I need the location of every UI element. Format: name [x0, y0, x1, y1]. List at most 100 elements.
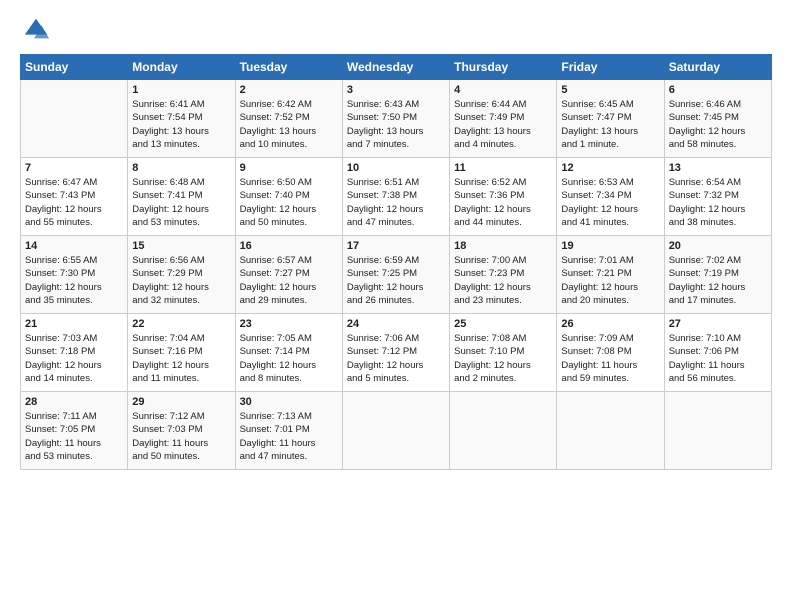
- header-row: SundayMondayTuesdayWednesdayThursdayFrid…: [21, 55, 772, 80]
- day-number: 6: [669, 84, 767, 96]
- daylight-info: and 53 minutes.: [132, 216, 230, 229]
- calendar-cell: [21, 80, 128, 158]
- daylight-info: and 2 minutes.: [454, 372, 552, 385]
- day-number: 1: [132, 84, 230, 96]
- daylight-info: Daylight: 12 hours: [240, 359, 338, 372]
- calendar-cell: 21Sunrise: 7:03 AMSunset: 7:18 PMDayligh…: [21, 314, 128, 392]
- daylight-info: Sunrise: 7:12 AM: [132, 410, 230, 423]
- calendar-cell: [557, 392, 664, 470]
- day-number: 30: [240, 396, 338, 408]
- daylight-info: Sunrise: 6:51 AM: [347, 176, 445, 189]
- daylight-info: and 23 minutes.: [454, 294, 552, 307]
- daylight-info: Sunrise: 7:11 AM: [25, 410, 123, 423]
- day-number: 16: [240, 240, 338, 252]
- weekday-header-monday: Monday: [128, 55, 235, 80]
- daylight-info: Sunrise: 7:08 AM: [454, 332, 552, 345]
- daylight-info: Daylight: 12 hours: [240, 203, 338, 216]
- daylight-info: Sunrise: 6:41 AM: [132, 98, 230, 111]
- daylight-info: Sunrise: 6:45 AM: [561, 98, 659, 111]
- day-number: 15: [132, 240, 230, 252]
- day-number: 27: [669, 318, 767, 330]
- logo: [20, 16, 50, 44]
- day-number: 2: [240, 84, 338, 96]
- daylight-info: Sunset: 7:19 PM: [669, 267, 767, 280]
- daylight-info: Sunset: 7:43 PM: [25, 189, 123, 202]
- daylight-info: and 44 minutes.: [454, 216, 552, 229]
- daylight-info: Sunrise: 6:46 AM: [669, 98, 767, 111]
- daylight-info: and 58 minutes.: [669, 138, 767, 151]
- daylight-info: Daylight: 12 hours: [561, 203, 659, 216]
- daylight-info: Sunrise: 6:54 AM: [669, 176, 767, 189]
- calendar-cell: [450, 392, 557, 470]
- calendar-cell: 14Sunrise: 6:55 AMSunset: 7:30 PMDayligh…: [21, 236, 128, 314]
- week-row-3: 14Sunrise: 6:55 AMSunset: 7:30 PMDayligh…: [21, 236, 772, 314]
- day-number: 18: [454, 240, 552, 252]
- weekday-header-saturday: Saturday: [664, 55, 771, 80]
- daylight-info: Sunset: 7:50 PM: [347, 111, 445, 124]
- daylight-info: Daylight: 12 hours: [25, 203, 123, 216]
- day-number: 17: [347, 240, 445, 252]
- daylight-info: Daylight: 12 hours: [669, 281, 767, 294]
- daylight-info: Sunrise: 6:44 AM: [454, 98, 552, 111]
- daylight-info: Sunrise: 6:57 AM: [240, 254, 338, 267]
- calendar-cell: 23Sunrise: 7:05 AMSunset: 7:14 PMDayligh…: [235, 314, 342, 392]
- weekday-header-sunday: Sunday: [21, 55, 128, 80]
- daylight-info: and 29 minutes.: [240, 294, 338, 307]
- daylight-info: Daylight: 11 hours: [561, 359, 659, 372]
- daylight-info: Daylight: 13 hours: [561, 125, 659, 138]
- calendar-cell: 6Sunrise: 6:46 AMSunset: 7:45 PMDaylight…: [664, 80, 771, 158]
- daylight-info: Daylight: 12 hours: [132, 281, 230, 294]
- daylight-info: and 59 minutes.: [561, 372, 659, 385]
- calendar-cell: 13Sunrise: 6:54 AMSunset: 7:32 PMDayligh…: [664, 158, 771, 236]
- daylight-info: Sunset: 7:16 PM: [132, 345, 230, 358]
- daylight-info: Sunrise: 6:55 AM: [25, 254, 123, 267]
- calendar-cell: 5Sunrise: 6:45 AMSunset: 7:47 PMDaylight…: [557, 80, 664, 158]
- daylight-info: Sunrise: 7:02 AM: [669, 254, 767, 267]
- weekday-header-tuesday: Tuesday: [235, 55, 342, 80]
- daylight-info: Daylight: 12 hours: [347, 359, 445, 372]
- day-number: 24: [347, 318, 445, 330]
- daylight-info: and 32 minutes.: [132, 294, 230, 307]
- daylight-info: Sunrise: 7:04 AM: [132, 332, 230, 345]
- daylight-info: Sunset: 7:30 PM: [25, 267, 123, 280]
- daylight-info: Sunrise: 7:01 AM: [561, 254, 659, 267]
- daylight-info: and 8 minutes.: [240, 372, 338, 385]
- daylight-info: Sunrise: 7:13 AM: [240, 410, 338, 423]
- day-number: 7: [25, 162, 123, 174]
- daylight-info: and 13 minutes.: [132, 138, 230, 151]
- daylight-info: Sunset: 7:38 PM: [347, 189, 445, 202]
- daylight-info: and 47 minutes.: [347, 216, 445, 229]
- calendar-cell: 19Sunrise: 7:01 AMSunset: 7:21 PMDayligh…: [557, 236, 664, 314]
- logo-icon: [22, 16, 50, 44]
- daylight-info: Sunset: 7:32 PM: [669, 189, 767, 202]
- daylight-info: and 38 minutes.: [669, 216, 767, 229]
- day-number: 5: [561, 84, 659, 96]
- daylight-info: and 14 minutes.: [25, 372, 123, 385]
- day-number: 4: [454, 84, 552, 96]
- daylight-info: Sunset: 7:45 PM: [669, 111, 767, 124]
- daylight-info: Sunset: 7:29 PM: [132, 267, 230, 280]
- daylight-info: and 4 minutes.: [454, 138, 552, 151]
- day-number: 9: [240, 162, 338, 174]
- daylight-info: Daylight: 11 hours: [132, 437, 230, 450]
- calendar-cell: 11Sunrise: 6:52 AMSunset: 7:36 PMDayligh…: [450, 158, 557, 236]
- calendar-cell: 1Sunrise: 6:41 AMSunset: 7:54 PMDaylight…: [128, 80, 235, 158]
- daylight-info: and 17 minutes.: [669, 294, 767, 307]
- daylight-info: and 47 minutes.: [240, 450, 338, 463]
- calendar-cell: 20Sunrise: 7:02 AMSunset: 7:19 PMDayligh…: [664, 236, 771, 314]
- daylight-info: and 50 minutes.: [132, 450, 230, 463]
- daylight-info: Daylight: 12 hours: [347, 203, 445, 216]
- day-number: 28: [25, 396, 123, 408]
- calendar-cell: 24Sunrise: 7:06 AMSunset: 7:12 PMDayligh…: [342, 314, 449, 392]
- day-number: 29: [132, 396, 230, 408]
- daylight-info: Daylight: 13 hours: [454, 125, 552, 138]
- daylight-info: Sunset: 7:49 PM: [454, 111, 552, 124]
- day-number: 22: [132, 318, 230, 330]
- week-row-4: 21Sunrise: 7:03 AMSunset: 7:18 PMDayligh…: [21, 314, 772, 392]
- daylight-info: Sunset: 7:10 PM: [454, 345, 552, 358]
- daylight-info: Sunset: 7:23 PM: [454, 267, 552, 280]
- calendar-cell: 22Sunrise: 7:04 AMSunset: 7:16 PMDayligh…: [128, 314, 235, 392]
- daylight-info: Daylight: 12 hours: [454, 359, 552, 372]
- day-number: 12: [561, 162, 659, 174]
- daylight-info: Daylight: 12 hours: [132, 203, 230, 216]
